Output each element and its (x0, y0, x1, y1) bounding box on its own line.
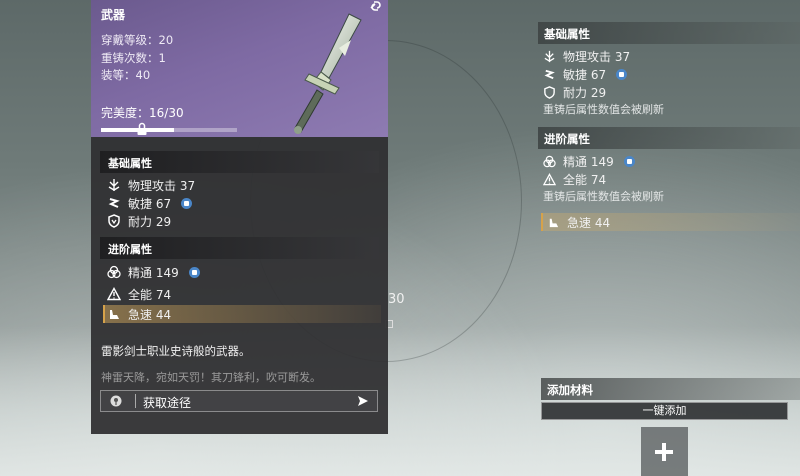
upgrade-badge-icon (188, 266, 200, 278)
stat-haste: 急速 44 (107, 305, 171, 323)
compare-stat-agility: 敏捷 67 (543, 66, 628, 82)
upgrade-badge-icon (181, 197, 193, 209)
versatility-icon (543, 172, 556, 186)
haste-icon (107, 307, 121, 321)
add-materials-title: 添加材料 (547, 383, 593, 397)
versatility-icon (107, 287, 121, 301)
stat-label: 全能 74 (128, 287, 172, 302)
stat-label: 耐力 29 (128, 214, 172, 229)
mastery-icon (107, 265, 121, 279)
stat-mastery: 精通 149 (107, 263, 200, 281)
compare-stat-label: 精通 149 (563, 154, 614, 169)
base-stats-title: 基础属性 (108, 157, 152, 170)
stat-label: 精通 149 (128, 265, 179, 280)
compare-stat-label: 耐力 29 (563, 85, 607, 100)
send-arrow-icon (358, 396, 368, 406)
compare-stat-label: 物理攻击 37 (563, 49, 631, 64)
upgrade-badge-icon (616, 68, 628, 80)
endurance-icon (107, 214, 121, 228)
advanced-stats-title: 进阶属性 (108, 243, 152, 256)
item-title: 武器 (101, 8, 126, 22)
one-key-add-button[interactable]: 一键添加 (541, 402, 788, 420)
compare-base-header: 基础属性 (538, 22, 800, 44)
stat-agility: 敏捷 67 (107, 194, 193, 212)
base-stats-header: 基础属性 (100, 151, 379, 173)
advanced-stats-header: 进阶属性 (100, 237, 379, 259)
compare-stat-mastery: 精通 149 (543, 153, 635, 169)
compare-stat-haste: 急速 44 (547, 214, 610, 230)
stat-label: 急速 44 (128, 307, 172, 322)
perfection-bar (101, 128, 237, 132)
obtain-source-button[interactable]: 获取途径 (100, 390, 378, 412)
lock-icon (137, 122, 147, 135)
item-tooltip-card: 武器 穿戴等级：20 重铸次数：1 装等：40 完美度：16/30 基础属性 物… (91, 0, 388, 434)
endurance-icon (543, 85, 556, 99)
obtain-source-label: 获取途径 (143, 396, 192, 410)
add-materials-header: 添加材料 (541, 378, 800, 400)
add-material-slot[interactable] (641, 427, 688, 476)
compare-advanced-header: 进阶属性 (538, 127, 800, 149)
plus-icon (655, 443, 673, 461)
recast-refresh-note: 重铸后属性数值会被刷新 (543, 103, 664, 116)
item-description: 雷影剑士职业史诗般的武器。 (101, 344, 251, 358)
recast-refresh-note: 重铸后属性数值会被刷新 (543, 190, 664, 203)
item-card-header: 武器 穿戴等级：20 重铸次数：1 装等：40 完美度：16/30 (91, 0, 388, 137)
haste-icon (547, 216, 560, 229)
stat-label: 物理攻击 37 (128, 178, 196, 193)
compare-stat-label: 敏捷 67 (563, 67, 607, 82)
upgrade-badge-icon (623, 155, 635, 167)
physical-attack-icon (107, 178, 121, 192)
wear-level: 穿戴等级：20 (101, 33, 174, 47)
mastery-icon (543, 155, 556, 168)
compare-stat-label: 全能 74 (563, 172, 607, 187)
compare-stat-physical-attack: 物理攻击 37 (543, 48, 630, 64)
weapon-sword-image (294, 13, 362, 134)
item-flavor-quote: 神雷天降，宛如天罚！其刀锋利，吹可断发。 (101, 371, 321, 384)
background-number: 30 (388, 292, 405, 307)
physical-attack-icon (543, 50, 556, 63)
compare-base-title: 基础属性 (544, 27, 590, 41)
perfection-label: 完美度：16/30 (101, 106, 184, 120)
compare-stat-versatility: 全能 74 (543, 171, 606, 187)
compare-stat-endurance: 耐力 29 (543, 84, 606, 100)
compare-stat-label: 急速 44 (567, 215, 611, 230)
gear-score: 装等：40 (101, 68, 151, 82)
stat-physical-attack: 物理攻击 37 (107, 176, 195, 194)
agility-icon (107, 196, 121, 210)
location-pin-icon (110, 395, 122, 407)
compare-advanced-title: 进阶属性 (544, 132, 590, 146)
agility-icon (543, 68, 556, 81)
stat-endurance: 耐力 29 (107, 212, 171, 230)
button-separator (135, 394, 136, 408)
recast-count: 重铸次数：1 (101, 51, 166, 65)
stat-versatility: 全能 74 (107, 285, 171, 303)
stat-label: 敏捷 67 (128, 196, 172, 211)
